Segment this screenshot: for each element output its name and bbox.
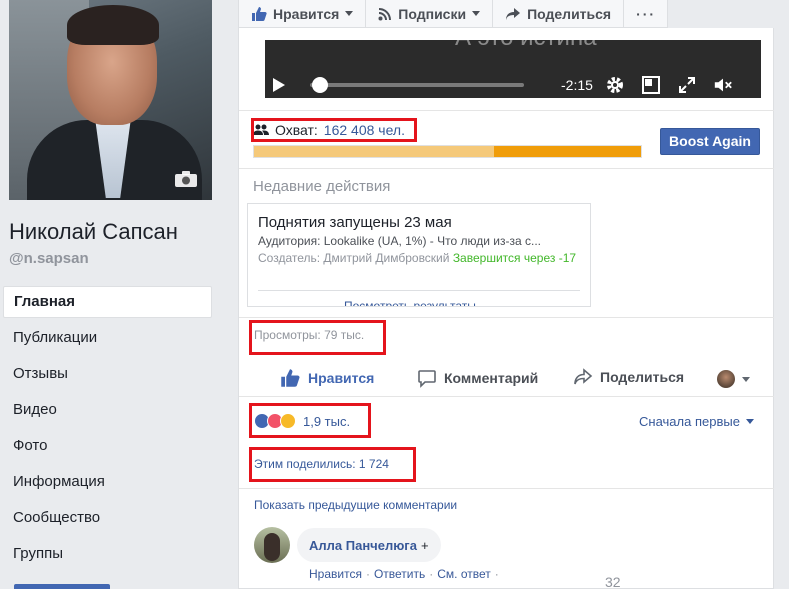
chevron-down-icon <box>742 376 750 382</box>
profile-name[interactable]: Николай Сапсан <box>9 219 178 245</box>
divider <box>239 396 775 397</box>
highlight-box-reactions <box>249 403 371 438</box>
nav-item-videos[interactable]: Видео <box>3 394 212 430</box>
post-like-button[interactable]: Нравится <box>279 368 374 388</box>
page-share-button[interactable]: Поделиться <box>493 0 625 27</box>
picture-in-picture-icon[interactable] <box>641 75 661 95</box>
page-action-bar: Нравится Подписки Поделиться ··· <box>238 0 668 28</box>
comment-sort-dropdown[interactable]: Сначала первые <box>639 414 754 429</box>
right-gutter <box>774 0 789 589</box>
comment-bubble-icon <box>418 370 436 388</box>
bottom-action-button[interactable] <box>14 584 110 589</box>
fullscreen-icon[interactable] <box>677 75 697 95</box>
comment-reply-link[interactable]: Ответить <box>374 567 425 581</box>
promotion-ends: Завершится через -17 680 дн. <box>452 251 580 265</box>
nav-item-community[interactable]: Сообщество <box>3 502 212 538</box>
photo-hair <box>67 5 159 45</box>
nav-item-about[interactable]: Информация <box>3 466 212 502</box>
post-share-label: Поделиться <box>600 369 685 385</box>
reach-organic-fill <box>254 146 494 157</box>
show-previous-comments-link[interactable]: Показать предыдущие комментарии <box>254 498 457 512</box>
separator-dot: · <box>494 567 499 581</box>
left-column: Николай Сапсан @n.sapsan Главная Публика… <box>0 0 222 589</box>
video-progress-knob[interactable] <box>312 77 329 93</box>
avatar[interactable] <box>254 527 290 563</box>
promotion-divider <box>258 290 580 291</box>
video-caption: А это истина <box>455 40 597 52</box>
mute-icon[interactable] <box>713 75 733 95</box>
chevron-down-icon <box>345 11 354 16</box>
more-options-label: ··· <box>636 5 657 22</box>
nav-item-posts[interactable]: Публикации <box>3 322 212 358</box>
boost-again-button[interactable]: Boost Again <box>660 128 760 155</box>
see-reply-link[interactable]: См. ответ <box>437 567 491 581</box>
more-options-button[interactable]: ··· <box>624 0 668 27</box>
comment-like-link[interactable]: Нравится <box>309 567 362 581</box>
share-arrow-icon <box>506 7 521 20</box>
post-card: А это истина -2:15 <box>238 28 775 589</box>
promotion-creator-row: Создатель: Дмитрий Димбровский Завершитс… <box>258 250 580 267</box>
video-controls: -2:15 <box>265 70 761 98</box>
avatar <box>717 370 735 388</box>
separator-dot: · <box>365 567 370 581</box>
recent-activity-title: Недавние действия <box>253 178 391 195</box>
avatar-figure <box>264 533 280 561</box>
video-time: -2:15 <box>561 77 593 93</box>
comment-suffix: + <box>420 537 429 553</box>
post-like-label: Нравится <box>308 370 375 386</box>
highlight-box-views <box>249 320 386 355</box>
profile-handle[interactable]: @n.sapsan <box>9 250 89 267</box>
comment-sort-label: Сначала первые <box>639 414 740 429</box>
settings-gear-icon[interactable] <box>605 75 625 95</box>
page-follow-label: Подписки <box>398 5 467 22</box>
comment-time[interactable]: 32 мин <box>605 574 630 589</box>
divider <box>239 168 775 169</box>
comment-bubble: Алла Панчелюга + <box>297 528 441 562</box>
thumbs-up-icon <box>281 369 300 387</box>
divider <box>239 488 775 489</box>
nav-item-photos[interactable]: Фото <box>3 430 212 466</box>
post-as-selector[interactable] <box>717 370 750 388</box>
chevron-down-icon <box>472 11 481 16</box>
separator-dot: · <box>429 567 434 581</box>
video-player[interactable]: А это истина -2:15 <box>265 40 761 98</box>
comment-author[interactable]: Алла Панчелюга <box>309 538 417 553</box>
promotion-audience: Аудитория: Lookalike (UA, 1%) - Что люди… <box>258 234 541 248</box>
post-comment-label: Комментарий <box>444 370 539 386</box>
camera-icon[interactable] <box>174 170 198 188</box>
facebook-page: Николай Сапсан @n.sapsan Главная Публика… <box>0 0 789 589</box>
page-follow-button[interactable]: Подписки <box>366 0 494 27</box>
reach-paid-fill <box>493 146 641 157</box>
post-comment-button[interactable]: Комментарий <box>417 368 538 388</box>
page-like-button[interactable]: Нравится <box>239 0 367 27</box>
promotion-creator: Создатель: Дмитрий Димбровский <box>258 251 450 265</box>
video-progress-track[interactable] <box>310 83 524 87</box>
divider <box>239 317 775 318</box>
profile-photo[interactable] <box>9 0 212 200</box>
play-icon[interactable] <box>273 78 285 92</box>
nav-item-groups[interactable]: Группы <box>3 538 212 574</box>
promotion-card[interactable]: Поднятия запущены 23 мая Аудитория: Look… <box>247 203 591 307</box>
comment-meta: Нравится·Ответить·См. ответ·32 мин <box>309 567 621 589</box>
nav-item-home[interactable]: Главная <box>3 286 212 318</box>
highlight-box-reach <box>251 118 417 142</box>
page-nav: Главная Публикации Отзывы Видео Фото Инф… <box>3 286 212 574</box>
page-share-label: Поделиться <box>527 5 612 22</box>
share-arrow-icon <box>574 368 593 385</box>
nav-item-reviews[interactable]: Отзывы <box>3 358 212 394</box>
highlight-box-shares <box>249 447 416 482</box>
post-share-button[interactable]: Поделиться <box>573 368 684 386</box>
divider <box>239 110 775 111</box>
view-results-link[interactable]: Посмотреть результаты <box>344 299 476 306</box>
rss-icon <box>378 7 392 20</box>
reach-progress-bar <box>253 145 642 158</box>
thumbs-up-icon <box>252 6 267 21</box>
page-like-label: Нравится <box>273 5 340 22</box>
promotion-title: Поднятия запущены 23 мая <box>258 214 452 231</box>
chevron-down-icon <box>745 419 754 424</box>
